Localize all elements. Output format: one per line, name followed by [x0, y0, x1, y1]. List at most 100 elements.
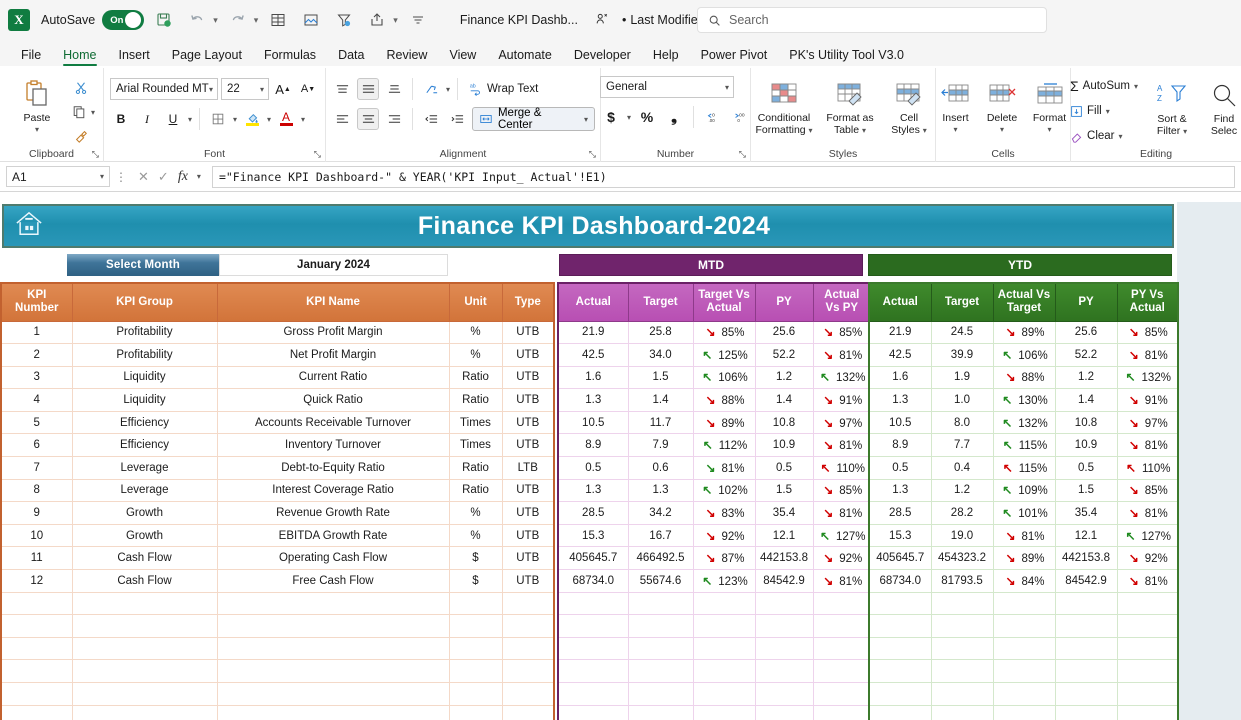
tab-automate[interactable]: Automate	[487, 48, 563, 66]
decrease-indent-button[interactable]	[420, 108, 442, 130]
tab-file[interactable]: File	[10, 48, 52, 66]
person-add-icon[interactable]	[595, 12, 609, 29]
font-dialog-launcher[interactable]: ⤡	[314, 149, 321, 160]
table-row[interactable]: 8LeverageInterest Coverage RatioRatioUTB	[1, 479, 554, 502]
table-row[interactable]: 11Cash FlowOperating Cash Flow$UTB	[1, 547, 554, 570]
orientation-button[interactable]	[420, 78, 442, 100]
paste-button[interactable]: Paste ▾	[8, 74, 66, 136]
save-icon[interactable]	[151, 7, 177, 33]
table-row[interactable]: 2ProfitabilityNet Profit Margin%UTB	[1, 344, 554, 367]
insert-function-icon[interactable]: fx	[178, 169, 188, 185]
tab-home[interactable]: Home	[52, 48, 107, 66]
formula-chevron-down-icon[interactable]: ▾	[197, 172, 201, 181]
table-row[interactable]: 8.97.7↖115%10.9↘81%	[869, 434, 1178, 457]
increase-decimal-button[interactable]: 0.00	[702, 106, 724, 128]
format-painter-button[interactable]	[68, 125, 95, 147]
table-row[interactable]: 15.316.7↘92%12.1↖127%	[558, 524, 871, 547]
share-icon[interactable]	[364, 7, 390, 33]
conditional-formatting-chevron-down-icon[interactable]: ▾	[809, 126, 813, 135]
tab-page-layout[interactable]: Page Layout	[161, 48, 253, 66]
empty-row[interactable]	[558, 615, 871, 638]
orientation-chevron-down-icon[interactable]: ▾	[446, 85, 450, 94]
share-chevron-down-icon[interactable]: ▾	[393, 15, 398, 26]
empty-row[interactable]	[1, 592, 554, 615]
comma-style-button[interactable]: ❟	[663, 106, 685, 128]
delete-cells-chevron-down-icon[interactable]: ▾	[1000, 124, 1004, 136]
font-color-chevron-down-icon[interactable]: ▾	[301, 115, 305, 124]
empty-row[interactable]	[558, 660, 871, 683]
table-row[interactable]: 1.61.5↖106%1.2↖132%	[558, 366, 871, 389]
picture-icon[interactable]	[298, 7, 324, 33]
align-center-button[interactable]	[357, 108, 379, 130]
table-row[interactable]: 4LiquidityQuick RatioRatioUTB	[1, 389, 554, 412]
align-right-button[interactable]	[383, 108, 405, 130]
autosave-toggle[interactable]: On	[102, 10, 144, 30]
number-format-chevron-down-icon[interactable]: ▾	[725, 83, 729, 92]
underline-button[interactable]: U	[162, 108, 184, 130]
table-row[interactable]: 405645.7454323.2↘89%442153.8↘92%	[869, 547, 1178, 570]
tab-developer[interactable]: Developer	[563, 48, 642, 66]
cut-button[interactable]	[68, 77, 95, 99]
borders-chevron-down-icon[interactable]: ▾	[233, 115, 237, 124]
table-row[interactable]: 405645.7466492.5↘87%442153.8↘92%	[558, 547, 871, 570]
table-row[interactable]: 10.58.0↖132%10.8↘97%	[869, 411, 1178, 434]
copy-button[interactable]	[68, 101, 90, 123]
tab-help[interactable]: Help	[642, 48, 690, 66]
redo-chevron-down-icon[interactable]: ▾	[254, 15, 259, 26]
align-middle-button[interactable]	[357, 78, 379, 100]
increase-indent-button[interactable]	[446, 108, 468, 130]
empty-row[interactable]	[558, 592, 871, 615]
font-color-button[interactable]: A	[275, 108, 297, 130]
sort-and-filter-button[interactable]: A Z Sort & Filter ▾	[1148, 75, 1196, 138]
home-icon[interactable]	[14, 210, 44, 243]
table-row[interactable]: 8.97.9↖112%10.9↘81%	[558, 434, 871, 457]
percent-button[interactable]: %	[636, 106, 658, 128]
align-top-button[interactable]	[331, 78, 353, 100]
table-row[interactable]: 28.534.2↘83%35.4↘81%	[558, 502, 871, 525]
paste-chevron-down-icon[interactable]: ▾	[35, 124, 39, 136]
empty-row[interactable]	[1, 615, 554, 638]
table-row[interactable]: 0.50.4↖115%0.5↖110%	[869, 457, 1178, 480]
empty-row[interactable]	[869, 683, 1178, 706]
wrap-text-button[interactable]: ab Wrap Text	[465, 78, 542, 100]
empty-row[interactable]	[1, 705, 554, 720]
decrease-decimal-button[interactable]: 000	[729, 106, 751, 128]
name-box-chevron-down-icon[interactable]: ▾	[100, 172, 104, 181]
table-row[interactable]: 28.528.2↖101%35.4↘81%	[869, 502, 1178, 525]
copy-chevron-down-icon[interactable]: ▾	[91, 108, 95, 117]
fill-color-chevron-down-icon[interactable]: ▾	[267, 115, 271, 124]
select-month-button[interactable]: Select Month	[67, 254, 219, 276]
table-row[interactable]: 9GrowthRevenue Growth Rate%UTB	[1, 502, 554, 525]
format-cells-chevron-down-icon[interactable]: ▾	[1047, 124, 1051, 136]
underline-chevron-down-icon[interactable]: ▾	[188, 115, 192, 124]
tab-insert[interactable]: Insert	[108, 48, 161, 66]
table-row[interactable]: 1.31.2↖109%1.5↘85%	[869, 479, 1178, 502]
empty-row[interactable]	[869, 637, 1178, 660]
format-as-table-button[interactable]: Format as Table ▾	[819, 74, 881, 137]
font-size-chevron-down-icon[interactable]: ▾	[260, 85, 264, 94]
tab-pk-utility-tool[interactable]: PK's Utility Tool V3.0	[778, 48, 915, 66]
autosum-button[interactable]: Σ AutoSum ▾	[1066, 75, 1142, 97]
selected-month-value[interactable]: January 2024	[219, 254, 448, 276]
tab-data[interactable]: Data	[327, 48, 375, 66]
sort-filter-chevron-down-icon[interactable]: ▾	[1183, 127, 1187, 136]
table-icon[interactable]	[265, 7, 291, 33]
fill-chevron-down-icon[interactable]: ▾	[1106, 107, 1110, 116]
number-format-combo[interactable]: General ▾	[600, 76, 734, 98]
clipboard-dialog-launcher[interactable]: ⤡	[92, 149, 99, 160]
table-row[interactable]: 42.534.0↖125%52.2↘81%	[558, 344, 871, 367]
table-row[interactable]: 5EfficiencyAccounts Receivable TurnoverT…	[1, 411, 554, 434]
alignment-dialog-launcher[interactable]: ⤡	[589, 149, 596, 160]
table-row[interactable]: 68734.081793.5↘84%84542.9↘81%	[869, 570, 1178, 593]
empty-row[interactable]	[558, 683, 871, 706]
document-title[interactable]: Finance KPI Dashb...	[460, 13, 578, 27]
align-left-button[interactable]	[331, 108, 353, 130]
table-row[interactable]: 21.925.8↘85%25.6↘85%	[558, 321, 871, 344]
cancel-formula-icon[interactable]: ✕	[138, 169, 149, 185]
table-row[interactable]: 12Cash FlowFree Cash Flow$UTB	[1, 570, 554, 593]
ribbon-display-options-icon[interactable]	[405, 7, 431, 33]
fill-button[interactable]: Fill ▾	[1066, 100, 1142, 122]
table-row[interactable]: 1ProfitabilityGross Profit Margin%UTB	[1, 321, 554, 344]
formula-input[interactable]: ="Finance KPI Dashboard-" & YEAR('KPI In…	[212, 166, 1235, 188]
empty-row[interactable]	[1, 637, 554, 660]
